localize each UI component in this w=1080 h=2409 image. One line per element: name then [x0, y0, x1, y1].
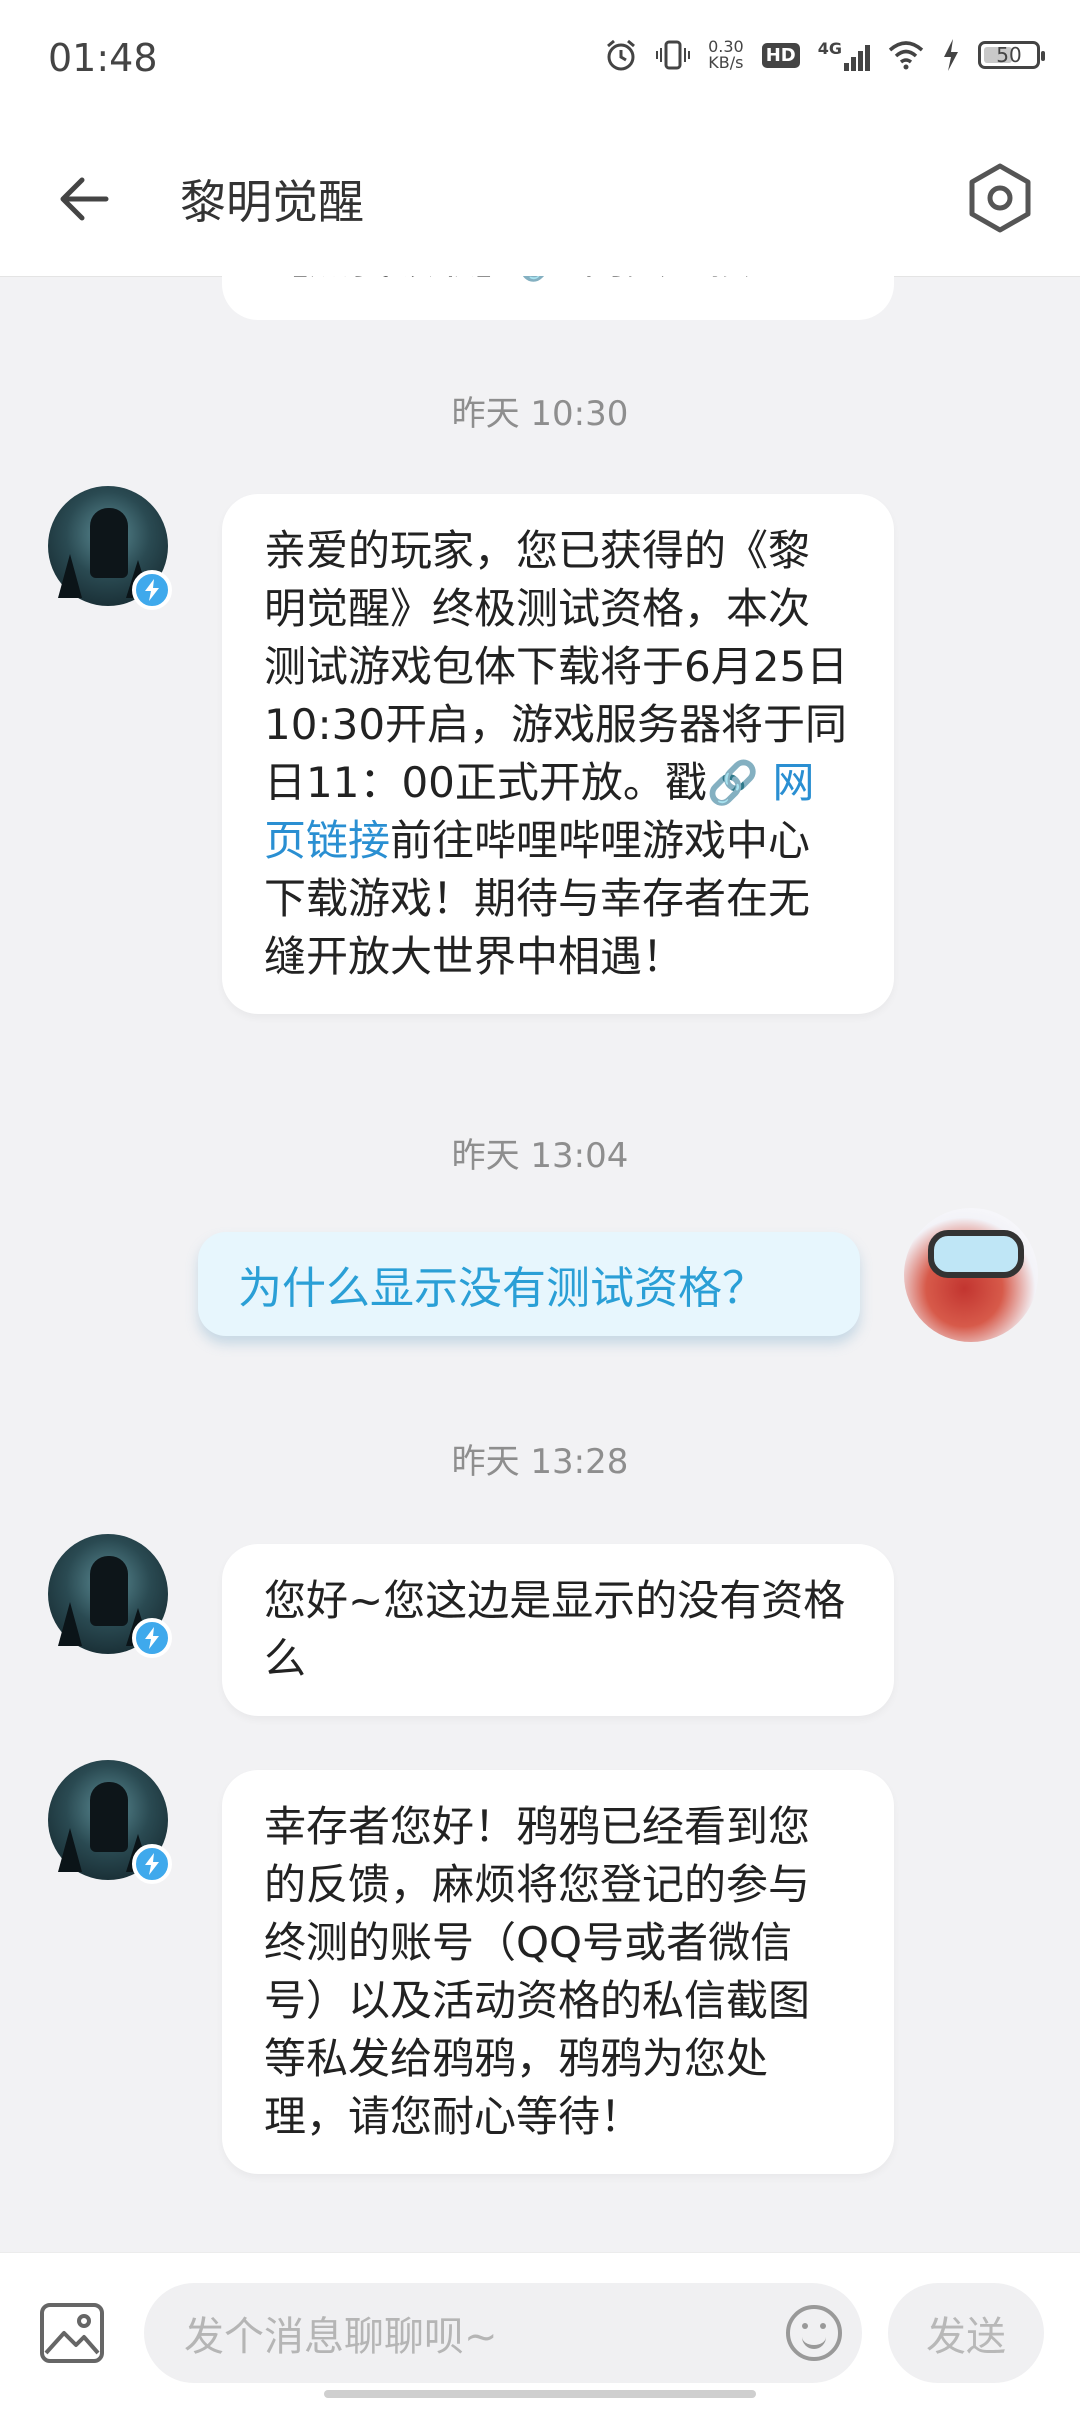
message-bubble: 亲爱的玩家，您已获得的《黎明觉醒》终极测试资格，本次测试游戏包体下载将于6月25… — [222, 494, 894, 1014]
wifi-icon — [888, 41, 924, 70]
alarm-icon — [607, 39, 636, 71]
input-bar: 发个消息聊聊呗~ 发送 — [0, 2252, 1080, 2409]
user-avatar[interactable] — [904, 1208, 1038, 1342]
vibrate-icon — [656, 40, 691, 70]
charging-icon — [944, 39, 958, 71]
official-avatar[interactable] — [48, 1534, 172, 1658]
message-input[interactable]: 发个消息聊聊呗~ — [144, 2283, 862, 2383]
verified-badge-icon — [132, 570, 172, 610]
page-title: 黎明觉醒 — [180, 175, 364, 229]
status-icons: 0.30 KB/s HD 4G 50 — [604, 38, 1045, 72]
battery-icon: 50 — [978, 41, 1045, 69]
verified-badge-icon — [132, 1618, 172, 1658]
battery-level: 50 — [996, 43, 1022, 67]
message-bubble: 您好~您这边是显示的没有资格么 — [222, 1544, 894, 1716]
timestamp: 昨天 13:04 — [451, 1136, 629, 1176]
hd-icon: HD — [761, 42, 800, 68]
verified-badge-icon — [132, 1844, 172, 1884]
hexagon-settings-icon[interactable] — [960, 158, 1040, 238]
status-bar: 01:48 0.30 KB/s HD 4G 50 — [0, 0, 1080, 120]
send-button[interactable]: 发送 — [888, 2283, 1044, 2383]
network-type: 4G — [817, 39, 842, 58]
image-icon[interactable] — [38, 2301, 106, 2365]
network-speed: 0.30 KB/s — [708, 39, 744, 71]
chat-header: 黎明觉醒 — [0, 120, 1080, 277]
smiley-icon[interactable] — [786, 2305, 842, 2361]
official-avatar[interactable] — [48, 486, 172, 610]
message-bubble-partial: 【点我领取】🔗 网页链接 — [222, 276, 894, 320]
official-avatar[interactable] — [48, 1760, 172, 1884]
speed-unit: KB/s — [708, 53, 744, 72]
home-indicator[interactable] — [324, 2390, 756, 2398]
link-icon: 🔗 — [706, 758, 760, 807]
arrow-left-icon[interactable] — [50, 164, 120, 234]
message-bubble: 幸存者您好！鸦鸦已经看到您的反馈，麻烦将您登记的参与终测的账号（QQ号或者微信号… — [222, 1770, 894, 2174]
status-time: 01:48 — [48, 36, 158, 80]
timestamp: 昨天 10:30 — [451, 394, 629, 434]
timestamp: 昨天 13:28 — [451, 1442, 629, 1482]
partial-message-text: 【点我领取】🔗 网页链接 — [266, 276, 850, 288]
signal-icon: 4G — [818, 39, 870, 71]
chat-area[interactable]: 【点我领取】🔗 网页链接 昨天 10:30 亲爱的玩家，您已获得的《黎明觉醒》终… — [0, 276, 1080, 2252]
message-bubble-self: 为什么显示没有测试资格？ — [198, 1232, 860, 1336]
